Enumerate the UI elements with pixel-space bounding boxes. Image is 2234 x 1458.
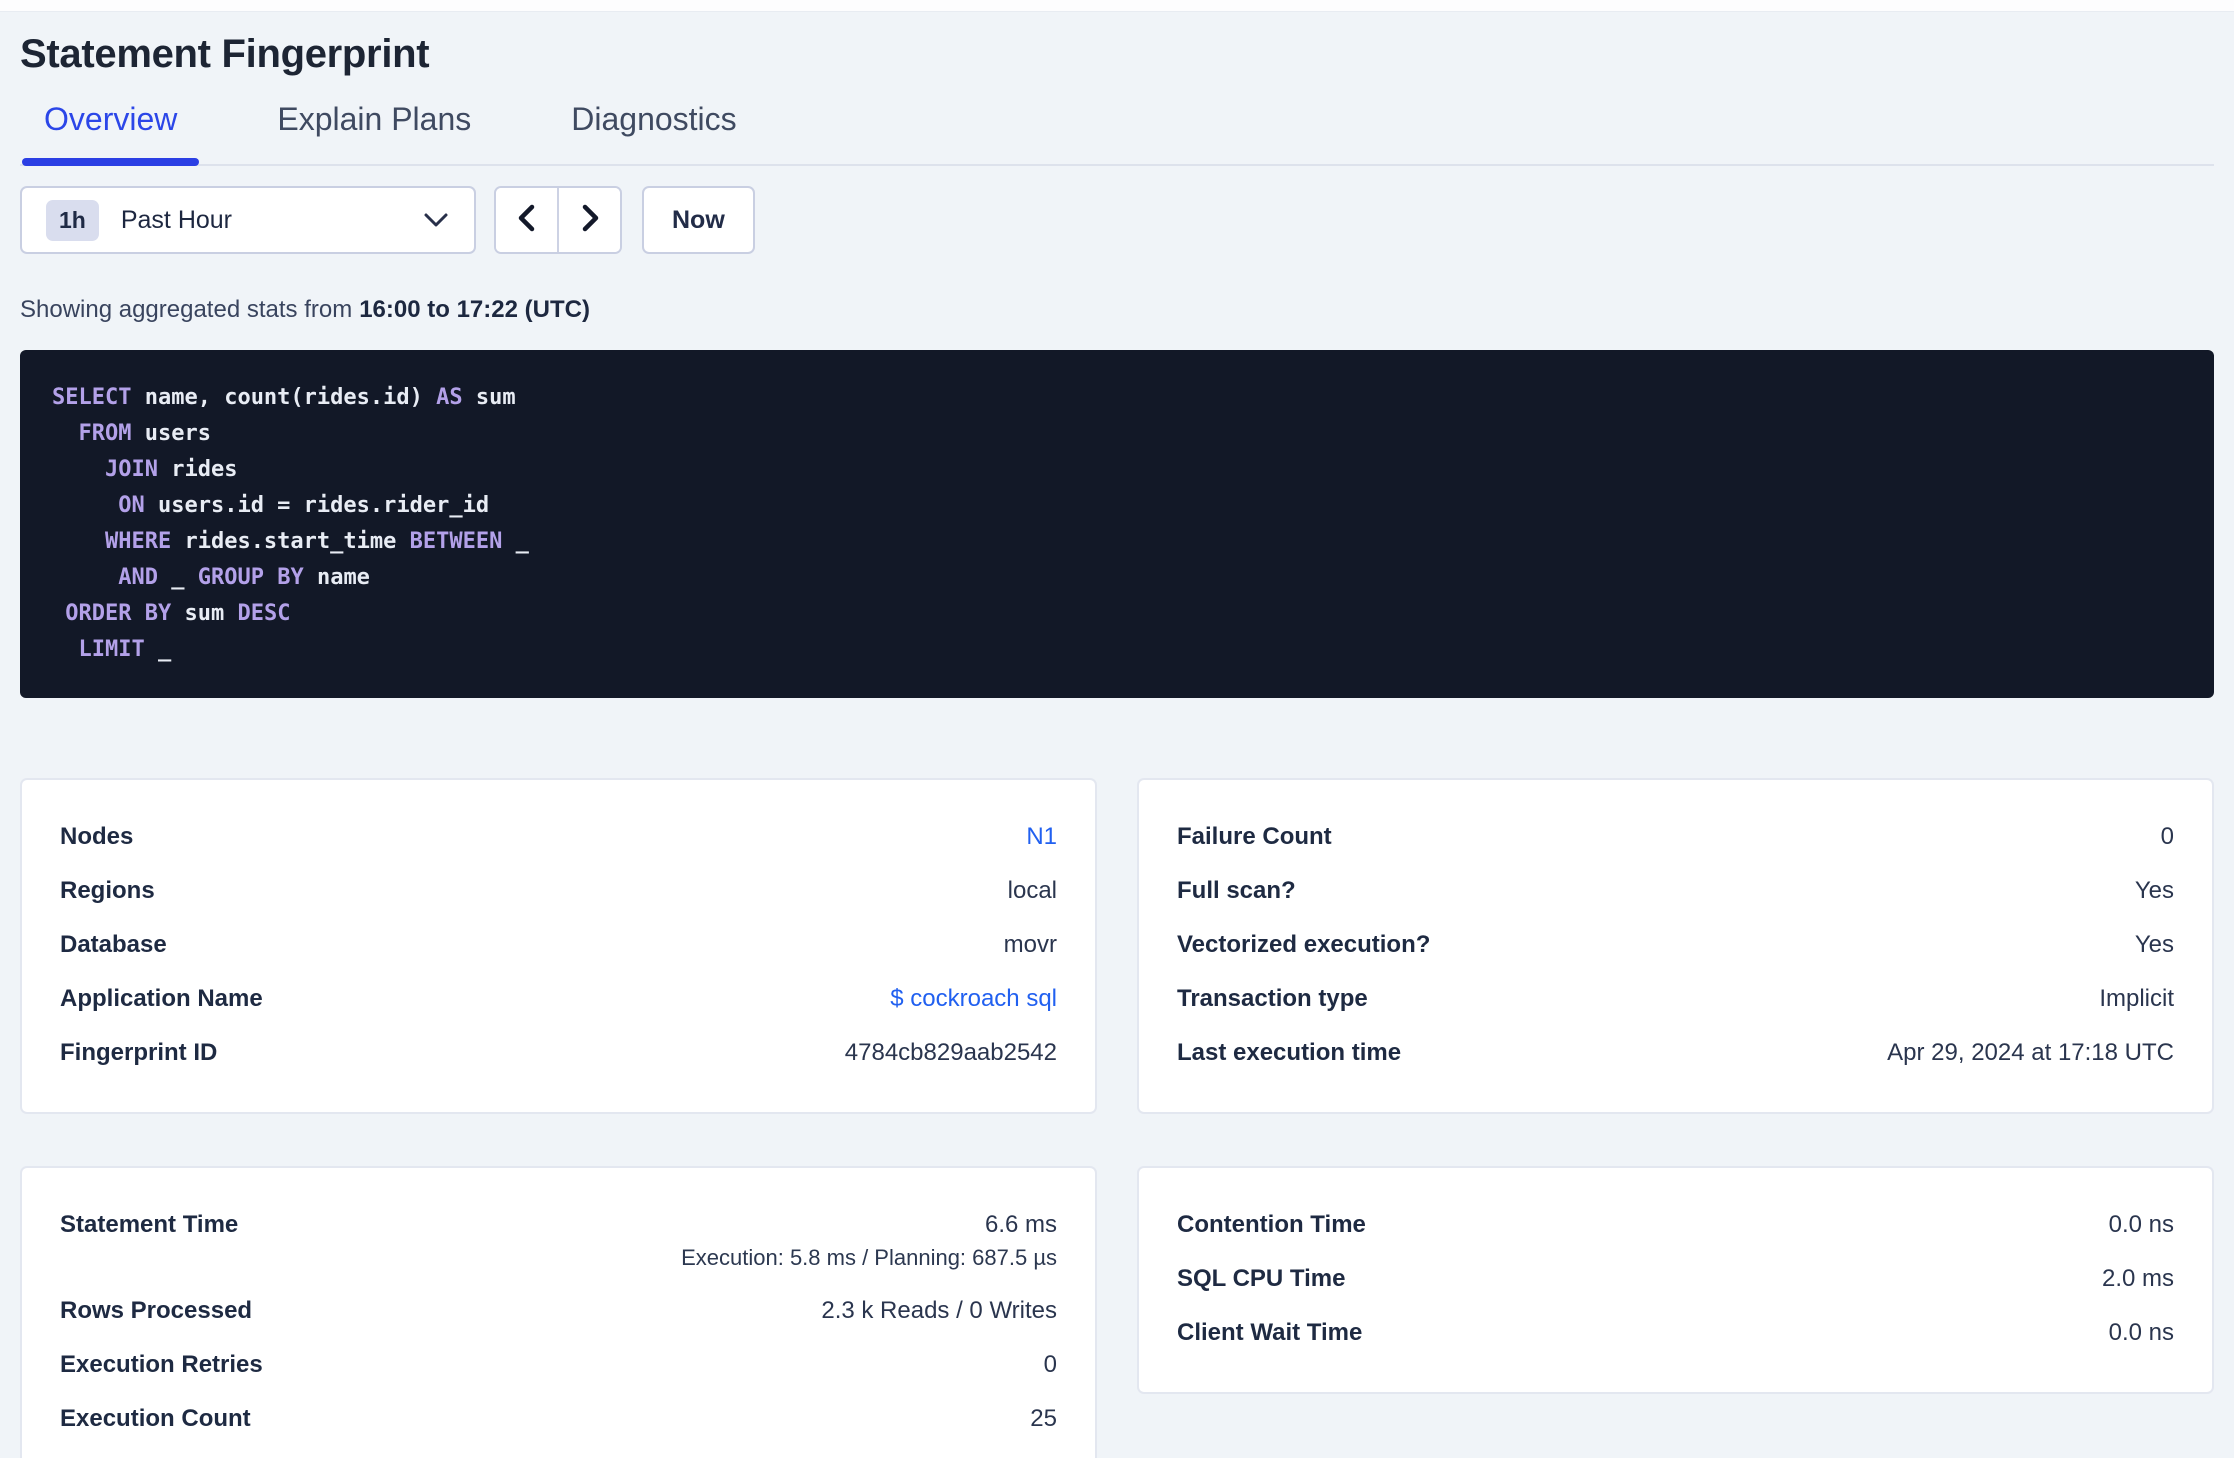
statement-details-card: Nodes N1 Regions local Database movr Applicati… [20,778,1097,1114]
card-row: Fingerprint ID 4784cb829aab2542 [60,1026,1057,1080]
card-row: Execution Retries 0 [60,1338,1057,1392]
now-button[interactable]: Now [642,186,755,254]
stats-line-prefix: Showing aggregated stats from [20,296,353,323]
row-value: Apr 29, 2024 at 17:18 UTC [1887,1039,2174,1066]
card-row: Client Wait Time 0.0 ns [1177,1306,2174,1360]
row-label: Application Name [60,985,263,1012]
row-label: Regions [60,877,155,904]
row-value: local [1007,877,1057,904]
sql-statement-box: SELECT name, count(rides.id) AS sum FROM… [20,350,2214,698]
row-label: Failure Count [1177,823,1332,850]
time-range-label: Past Hour [120,205,233,234]
row-value: Yes [2134,877,2174,904]
previous-range-button[interactable] [496,188,559,252]
row-label: Client Wait Time [1177,1319,1363,1346]
statement-timing-card: Statement Time 6.6 ms Execution: 5.8 ms / … [20,1166,1097,1458]
chevron-down-icon [422,211,450,229]
row-label: SQL CPU Time [1177,1265,1346,1292]
sql-line: ON users.id = rides.rider_id [118,493,490,518]
chevron-right-icon [577,202,603,239]
card-row: Full scan? Yes [1177,864,2174,918]
row-subvalue: Execution: 5.8 ms / Planning: 687.5 µs [681,1245,1057,1270]
row-label: Last execution time [1177,1039,1402,1066]
aggregated-stats-line: Showing aggregated stats from 16:00 to 17… [20,296,2214,324]
card-row: Transaction type Implicit [1177,972,2174,1026]
stats-line-range: 16:00 to 17:22 (UTC) [359,296,590,323]
card-row: Execution Count 25 [60,1392,1057,1446]
row-label: Full scan? [1177,877,1296,904]
tab-bar: Overview Explain Plans Diagnostics [20,101,2214,166]
row-label: Rows Processed [60,1297,253,1324]
tab-overview[interactable]: Overview [22,101,200,166]
wait-time-card: Contention Time 0.0 ns SQL CPU Time 2.0 ms C… [1137,1166,2214,1394]
card-row: Vectorized execution? Yes [1177,918,2174,972]
card-row: Rows Processed 2.3 k Reads / 0 Writes [60,1284,1057,1338]
card-row: Nodes N1 [60,810,1057,864]
row-label: Nodes [60,823,134,850]
row-value: 2.0 ms [2101,1265,2174,1292]
sql-line: AND _ GROUP BY name [118,565,370,590]
row-value: 0 [2160,823,2174,850]
chevron-left-icon [514,202,540,239]
row-value: 25 [1030,1405,1057,1432]
sql-line: ORDER BY sum DESC [65,601,291,626]
time-range-badge: 1h [46,199,99,241]
card-row: Application Name $ cockroach sql [60,972,1057,1026]
row-value: 6.6 ms [984,1211,1057,1238]
row-label: Vectorized execution? [1177,931,1431,958]
row-value: 4784cb829aab2542 [844,1039,1057,1066]
row-label: Contention Time [1177,1211,1366,1238]
page-title: Statement Fingerprint [20,32,430,76]
card-row: SQL CPU Time 2.0 ms [1177,1252,2174,1306]
summary-cards: Nodes N1 Regions local Database movr Applicati… [20,778,2214,1458]
time-range-arrows [494,186,622,254]
row-label: Execution Retries [60,1351,263,1378]
top-edge-strip [0,0,2234,12]
next-range-button[interactable] [559,188,620,252]
row-value: 2.3 k Reads / 0 Writes [821,1297,1057,1324]
sql-line: FROM users [78,421,211,446]
row-value-link[interactable]: N1 [1026,822,1057,852]
row-label: Fingerprint ID [60,1039,218,1066]
sql-line: JOIN rides [104,457,238,482]
card-row: Statement Time 6.6 ms Execution: 5.8 ms / … [60,1198,1057,1284]
row-label: Transaction type [1177,985,1368,1012]
tab-diagnostics[interactable]: Diagnostics [549,101,758,164]
row-value: 0.0 ns [2108,1319,2174,1346]
time-range-dropdown[interactable]: 1h Past Hour [20,186,476,254]
row-value: 0.0 ns [2108,1211,2174,1238]
sql-line: WHERE rides.start_time BETWEEN _ [104,529,529,554]
row-label: Database [60,931,167,958]
card-row: Regions local [60,864,1057,918]
statement-fingerprint-page: Statement Fingerprint Overview Explain Pl… [0,32,2234,1458]
card-row: Contention Time 0.0 ns [1177,1198,2174,1252]
row-label: Statement Time [60,1211,239,1238]
row-label: Execution Count [60,1405,251,1432]
sql-line: LIMIT _ [78,637,172,662]
card-row: Failure Count 0 [1177,810,2174,864]
row-value: movr [1003,931,1057,958]
execution-attributes-card: Failure Count 0 Full scan? Yes Vectorized ex… [1137,778,2214,1114]
row-value: Implicit [2099,985,2174,1012]
time-picker-row: 1h Past Hour Now [20,186,2214,254]
card-row: Last execution time Apr 29, 2024 at 17:18… [1177,1026,2174,1080]
sql-line: SELECT name, count(rides.id) AS sum [52,385,516,410]
card-row: Database movr [60,918,1057,972]
row-value: 0 [1043,1351,1057,1378]
tab-explain-plans[interactable]: Explain Plans [255,101,493,164]
row-value: Yes [2134,931,2174,958]
row-value-link[interactable]: $ cockroach sql [890,984,1057,1014]
